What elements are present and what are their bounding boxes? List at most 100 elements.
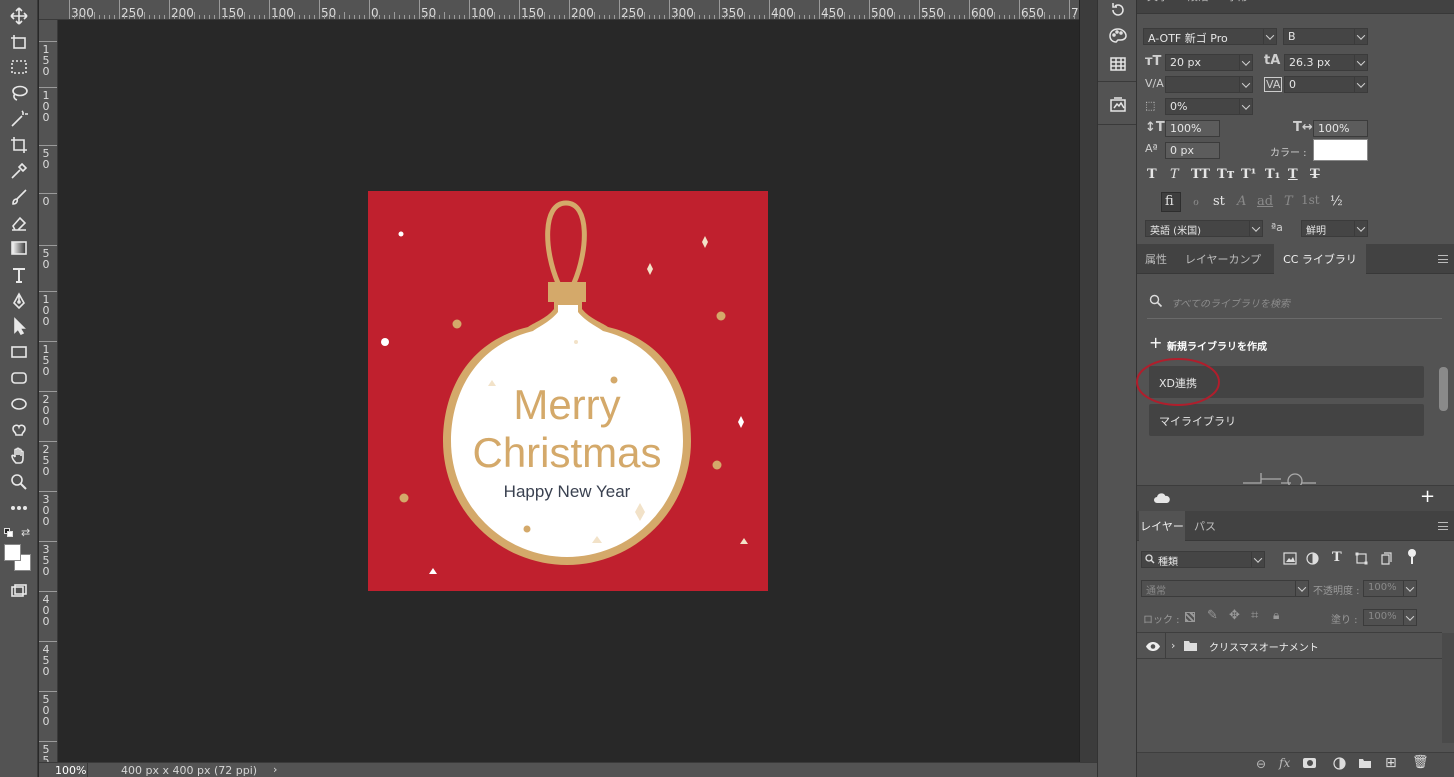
text-color-swatch[interactable] [1313,139,1368,161]
table-grid-icon[interactable] [1108,54,1128,74]
filter-adjustment-icon[interactable] [1306,552,1319,565]
kerning-field[interactable] [1165,76,1253,93]
swash-button[interactable]: A [1237,194,1246,209]
cloud-icon[interactable] [1153,492,1171,504]
eye-icon[interactable] [1145,641,1161,652]
eyedropper-icon[interactable] [5,160,33,182]
artboard-icon[interactable] [5,31,33,53]
crop-icon[interactable] [5,134,33,156]
filter-type-icon[interactable]: T [1332,550,1342,565]
new-group-icon[interactable] [1358,758,1372,769]
library-icon[interactable] [1108,94,1128,114]
leading-field[interactable]: 26.3 px [1284,54,1368,71]
lock-image-icon[interactable]: ✎ [1207,608,1218,623]
opacity-field[interactable]: 100% [1363,580,1417,597]
layer-name[interactable]: クリスマスオーナメント [1209,639,1319,654]
horizontal-scale-field[interactable]: 100% [1313,120,1368,137]
hand-icon[interactable] [5,445,33,467]
tab-layer-comps[interactable]: レイヤーカンプ [1175,244,1271,274]
zoom-icon[interactable] [5,471,33,493]
antialias-select[interactable]: 鮮明 [1301,220,1368,237]
delete-layer-icon[interactable]: 🗑︎ [1412,755,1429,770]
filter-smart-object-icon[interactable] [1380,552,1393,565]
old-style-button[interactable]: ℴ [1193,194,1199,209]
screen-mode-icon[interactable] [5,580,33,602]
swap-colors-icon[interactable]: ⇄ [21,526,30,539]
canvas-area[interactable]: Merry Christmas Happy New Year [58,20,1079,762]
move-icon[interactable] [5,5,33,27]
lock-all-icon[interactable]: 🔒︎ [1273,608,1279,623]
link-layers-icon[interactable]: ⊖ [1256,757,1266,771]
add-mask-icon[interactable] [1303,758,1316,768]
fractions-button[interactable]: ½ [1330,194,1343,209]
ellipse-icon[interactable] [5,393,33,415]
eraser-icon[interactable] [5,212,33,234]
zoom-level[interactable]: 100% [55,764,86,777]
fx-icon[interactable]: fx [1279,756,1290,770]
tracking-field[interactable]: 0 [1284,76,1368,93]
pen-icon[interactable] [5,290,33,312]
tsume-field[interactable]: 0% [1165,98,1253,115]
ordinals-button[interactable]: 1st [1301,193,1320,207]
layer-filter-select[interactable]: 種類 [1141,551,1265,568]
library-search-input[interactable]: すべてのライブラリを検索 [1171,295,1290,310]
faux-italic-button[interactable]: T [1170,167,1179,182]
plus-icon[interactable]: + [1149,335,1162,351]
font-family-select[interactable]: A-OTF 新ゴ Pro [1143,28,1277,45]
brush-icon[interactable] [5,186,33,208]
create-library-button[interactable]: 新規ライブラリを作成 [1167,338,1267,353]
rounded-rect-icon[interactable] [5,367,33,389]
gradient-icon[interactable] [5,237,33,259]
more-tools-icon[interactable] [5,497,33,519]
library-scrollbar[interactable] [1439,367,1448,411]
history-icon[interactable] [1108,0,1128,20]
subscript-button[interactable]: T₁ [1265,167,1280,182]
discretionary-ligature-button[interactable]: st [1213,194,1225,209]
new-adjustment-icon[interactable] [1333,757,1346,770]
add-content-icon[interactable]: + [1420,486,1435,507]
marquee-icon[interactable] [5,56,33,78]
strikethrough-button[interactable]: T [1310,167,1320,182]
lock-position-icon[interactable]: ✥ [1229,608,1240,623]
tab-paths[interactable]: パス [1187,511,1223,541]
titling-alternates-button[interactable]: T [1284,194,1293,209]
filter-pixel-icon[interactable] [1283,552,1297,565]
font-size-field[interactable]: 20 px [1165,54,1253,71]
expand-chevron-icon[interactable]: › [1171,639,1175,652]
default-colors-icon[interactable] [4,528,13,537]
custom-shape-icon[interactable] [5,419,33,441]
ligature-button[interactable]: fi [1165,194,1174,209]
layers-panel-menu-icon[interactable] [1438,522,1448,530]
palette-icon[interactable] [1108,26,1128,46]
layer-row[interactable]: › クリスマスオーナメント [1137,633,1442,659]
library-panel-menu-icon[interactable] [1438,255,1448,263]
language-select[interactable]: 英語 (米国) [1145,220,1263,237]
artwork-card[interactable]: Merry Christmas Happy New Year [368,191,768,591]
lock-transparent-icon[interactable] [1185,612,1195,622]
superscript-button[interactable]: T¹ [1241,167,1256,182]
status-chevron-icon[interactable]: › [273,763,277,776]
path-select-icon[interactable] [5,315,33,337]
vertical-scale-field[interactable]: 100% [1165,120,1220,137]
tab-properties[interactable]: 属性 [1137,244,1175,274]
stylistic-alternates-button[interactable]: ad [1257,194,1273,209]
tab-layers[interactable]: レイヤー [1139,511,1185,541]
rectangle-icon[interactable] [5,341,33,363]
type-icon[interactable] [5,264,33,286]
new-layer-icon[interactable]: ⊞ [1385,756,1397,770]
lock-artboard-icon[interactable]: ⌗ [1251,608,1258,623]
magic-wand-icon[interactable] [5,108,33,130]
fill-field[interactable]: 100% [1363,609,1417,626]
blend-mode-select[interactable]: 通常 [1141,580,1309,597]
tab-cc-libraries[interactable]: CC ライブラリ [1274,244,1366,274]
lasso-icon[interactable] [5,82,33,104]
filter-shape-icon[interactable] [1355,552,1368,565]
filter-toggle-icon[interactable] [1408,549,1416,557]
baseline-shift-field[interactable]: 0 px [1165,142,1220,159]
color-swatches[interactable] [4,544,32,572]
underline-button[interactable]: T [1288,167,1298,182]
canvas-vertical-scrollbar[interactable] [1079,0,1097,762]
faux-bold-button[interactable]: T [1147,167,1157,182]
font-style-select[interactable]: B [1283,28,1368,45]
all-caps-button[interactable]: TT [1191,167,1210,182]
